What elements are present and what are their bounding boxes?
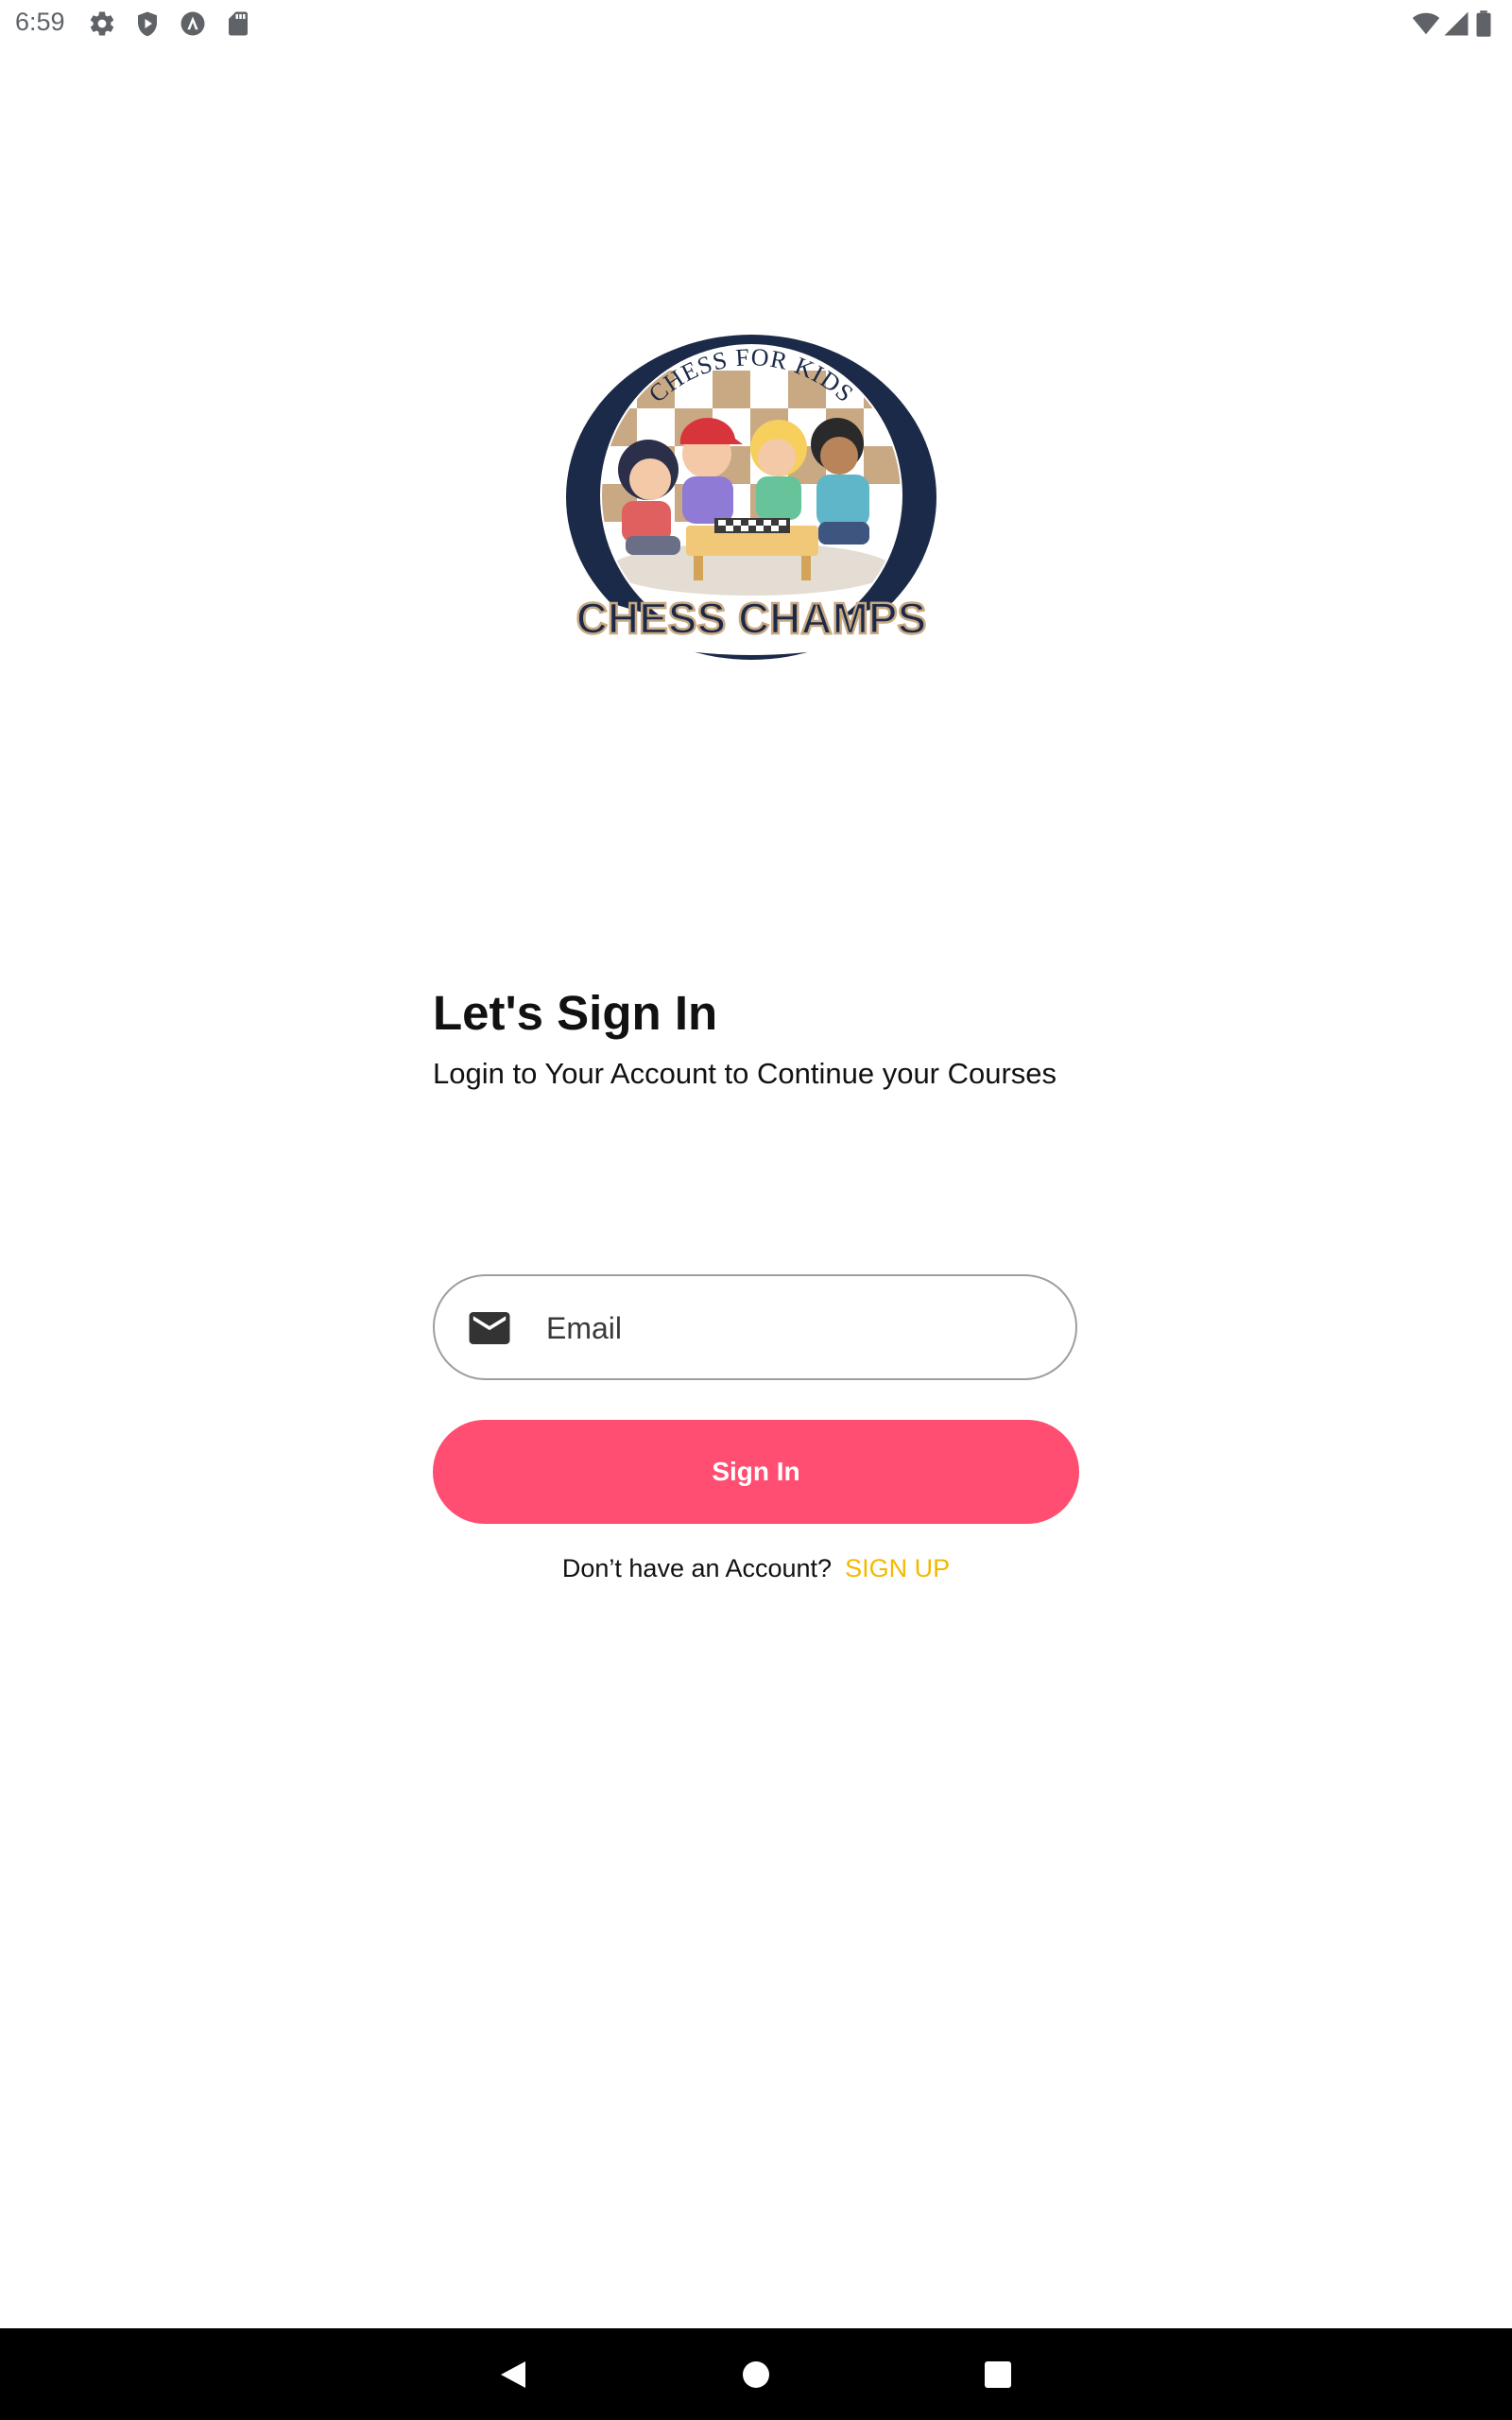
a-circle-icon — [179, 9, 207, 38]
battery-icon — [1474, 9, 1493, 38]
page-title: Let's Sign In — [433, 986, 718, 1040]
email-input[interactable] — [546, 1299, 1038, 1357]
cell-signal-icon — [1442, 9, 1470, 38]
mail-icon — [469, 1312, 510, 1344]
signup-row: Don’t have an Account? SIGN UP — [0, 1554, 1512, 1583]
sign-up-link[interactable]: SIGN UP — [845, 1554, 950, 1582]
sd-card-icon — [224, 9, 252, 38]
status-bar: 6:59 — [0, 0, 1512, 47]
chess-champs-logo: CHESS FOR KIDS CHESS CHAMPS — [563, 333, 939, 662]
signup-prompt: Don’t have an Account? — [561, 1554, 833, 1582]
wifi-icon — [1412, 9, 1440, 38]
recents-icon[interactable] — [974, 2351, 1022, 2398]
sign-in-screen: 6:59 CHESS FOR KIDS CHESS CHAMPS Let's S… — [0, 0, 1512, 2420]
gear-icon — [88, 9, 116, 38]
system-nav-bar — [0, 2328, 1512, 2420]
logo-banner-text: CHESS CHAMPS — [576, 594, 927, 643]
back-icon[interactable] — [490, 2351, 537, 2398]
page-subtitle: Login to Your Account to Continue your C… — [433, 1057, 1057, 1090]
home-icon[interactable] — [732, 2351, 780, 2398]
sign-in-button[interactable]: Sign In — [433, 1420, 1079, 1524]
shield-play-icon — [133, 9, 162, 38]
email-field[interactable] — [433, 1274, 1077, 1380]
status-time: 6:59 — [15, 8, 65, 36]
